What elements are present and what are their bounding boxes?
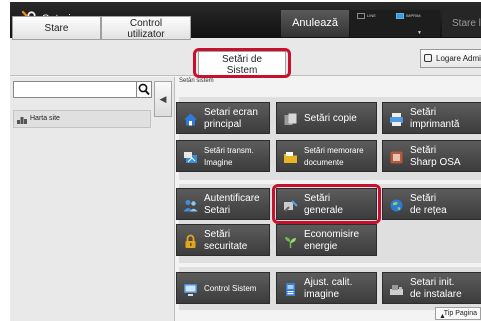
menu-tile-label: Setări de rețea	[410, 193, 447, 217]
image-send-icon	[183, 150, 198, 165]
settings-screen: Setari Anulează LINE IMPRIM. ▼ Stare luc…	[10, 2, 481, 321]
menu-tile-label: Setări transm. Imagine	[204, 145, 254, 169]
login-icon	[424, 54, 432, 62]
menu-tile-0-4[interactable]: Setări memorare documente	[276, 140, 377, 172]
menu-tile-label-line1: Setări	[410, 107, 437, 118]
menu-tile-0-1[interactable]: Setări copie	[276, 102, 377, 134]
menu-tile-label: Setări Sharp OSA	[410, 145, 461, 169]
page-tip-button[interactable]: ▲ Tip Pagina	[435, 307, 481, 320]
print-led-icon	[396, 13, 404, 19]
menu-tile-label-line1: Setări copie	[304, 113, 357, 124]
menu-tile-1-0[interactable]: Autentificare Setari	[176, 188, 270, 220]
menu-tile-label-line2: imagine	[304, 289, 340, 300]
menu-tile-0-5[interactable]: Setări Sharp OSA	[382, 140, 481, 172]
tip-label: Tip Pagina	[443, 310, 477, 317]
install-icon	[389, 282, 404, 297]
printer-icon	[389, 112, 404, 127]
menu-tile-label-line2: energie	[304, 241, 338, 252]
sidebar-item-label: Harta site	[30, 115, 60, 122]
line-led-icon	[357, 13, 365, 19]
menu-tile-label: Setari ecran principal	[204, 107, 258, 131]
globe-icon	[389, 198, 404, 213]
led-arrow-icon: ▼	[417, 30, 422, 36]
breadcrumb: Setări sistem	[179, 78, 214, 84]
menu-tile-label-line2: de instalare	[410, 289, 462, 300]
search-button[interactable]	[136, 81, 152, 98]
menu-tile-label-line2: imprimantă	[410, 119, 460, 130]
menu-tile-label: Setări memorare documente	[304, 145, 364, 169]
leaf-icon	[283, 234, 298, 249]
menu-tile-0-2[interactable]: Setări imprimantă	[382, 102, 481, 134]
tab-control-line2: utilizator	[127, 29, 165, 40]
menu-tile-label-line2: securitate	[204, 241, 248, 252]
menu-tile-label: Economisire energie	[304, 229, 359, 253]
collapse-sidebar-button[interactable]: ◀	[154, 81, 172, 117]
menu-tile-label-line1: Setări transm.	[204, 146, 254, 155]
sidebar-item-harta-site[interactable]: Harta site	[13, 110, 151, 128]
menu-tile-label-line1: Setari ecran	[204, 107, 258, 118]
menu-tile-label: Ajust. calit. imagine	[304, 277, 352, 301]
folder-icon	[283, 150, 298, 165]
copy-icon	[283, 112, 298, 127]
menu-tile-label: Autentificare Setari	[204, 193, 260, 217]
system-control-icon	[183, 282, 198, 297]
tab-control-line1: Control	[129, 18, 163, 29]
menu-tile-label-line2: documente	[304, 158, 344, 167]
line-led-label: LINE	[367, 13, 376, 18]
menu-tile-0-0[interactable]: Setari ecran principal	[176, 102, 270, 134]
menu-tile-1-3[interactable]: Setări securitate	[176, 224, 270, 256]
search-icon	[138, 83, 150, 96]
tab-stare[interactable]: Stare	[12, 16, 101, 40]
admin-login-label: Logare Admi	[436, 54, 481, 63]
menu-tile-label-line1: Setări	[204, 229, 231, 240]
menu-tile-label-line1: Control Sistem	[204, 284, 257, 293]
tile-highlight-frame	[272, 184, 381, 224]
status-leds: LINE IMPRIM. ▼	[350, 10, 440, 37]
image-quality-icon	[283, 282, 298, 297]
menu-tile-label-line1: Setari init.	[410, 277, 455, 288]
menu-tile-label: Setări imprimantă	[410, 107, 459, 131]
menu-tile-label-line1: Setări	[410, 193, 437, 204]
menu-tile-label-line2: Sharp OSA	[410, 157, 461, 168]
menu-tile-2-0[interactable]: Control Sistem	[176, 272, 270, 304]
collapse-arrow-icon: ◀	[159, 94, 167, 104]
osa-icon	[389, 150, 404, 165]
lock-icon	[183, 234, 198, 249]
job-status-button[interactable]: Stare lucrare	[442, 10, 481, 37]
menu-tile-label-line1: Economisire	[304, 229, 360, 240]
tab-control-utilizator[interactable]: Control utilizator	[101, 16, 191, 40]
menu-tile-label: Setari init. de instalare	[410, 277, 462, 301]
menu-tile-label-line2: de rețea	[410, 205, 447, 216]
menu-tile-2-2[interactable]: Setari init. de instalare	[382, 272, 481, 304]
menu-tile-0-3[interactable]: Setări transm. Imagine	[176, 140, 270, 172]
site-map-icon	[17, 117, 27, 124]
menu-tile-label-line2: Setari	[204, 205, 231, 216]
menu-tile-label: Setări copie	[304, 113, 357, 125]
users-icon	[183, 198, 198, 213]
print-led-label: IMPRIM.	[406, 13, 422, 18]
menu-tile-label-line2: Imagine	[204, 158, 233, 167]
cancel-button[interactable]: Anulează	[281, 10, 349, 37]
menu-tile-label-line1: Setări	[410, 145, 437, 156]
menu-tile-1-4[interactable]: Economisire energie	[276, 224, 377, 256]
menu-tile-1-2[interactable]: Setări de rețea	[382, 188, 481, 220]
admin-login-button[interactable]: Logare Admi	[420, 49, 481, 68]
menu-tile-label: Setări securitate	[204, 229, 247, 253]
search-input[interactable]	[13, 81, 137, 98]
tab-stare-label: Stare	[44, 23, 69, 34]
menu-tile-2-1[interactable]: Ajust. calit. imagine	[276, 272, 377, 304]
tab-highlight-frame	[193, 48, 291, 78]
home-icon	[183, 112, 198, 127]
menu-tile-label-line2: principal	[204, 119, 242, 130]
menu-tile-label-line1: Setări memorare	[304, 146, 364, 155]
menu-tile-label-line1: Autentificare	[204, 193, 260, 204]
menu-tile-label-line1: Ajust. calit.	[304, 277, 353, 288]
menu-tile-label: Control Sistem	[204, 283, 256, 295]
tip-arrow-icon: ▲	[439, 313, 446, 320]
